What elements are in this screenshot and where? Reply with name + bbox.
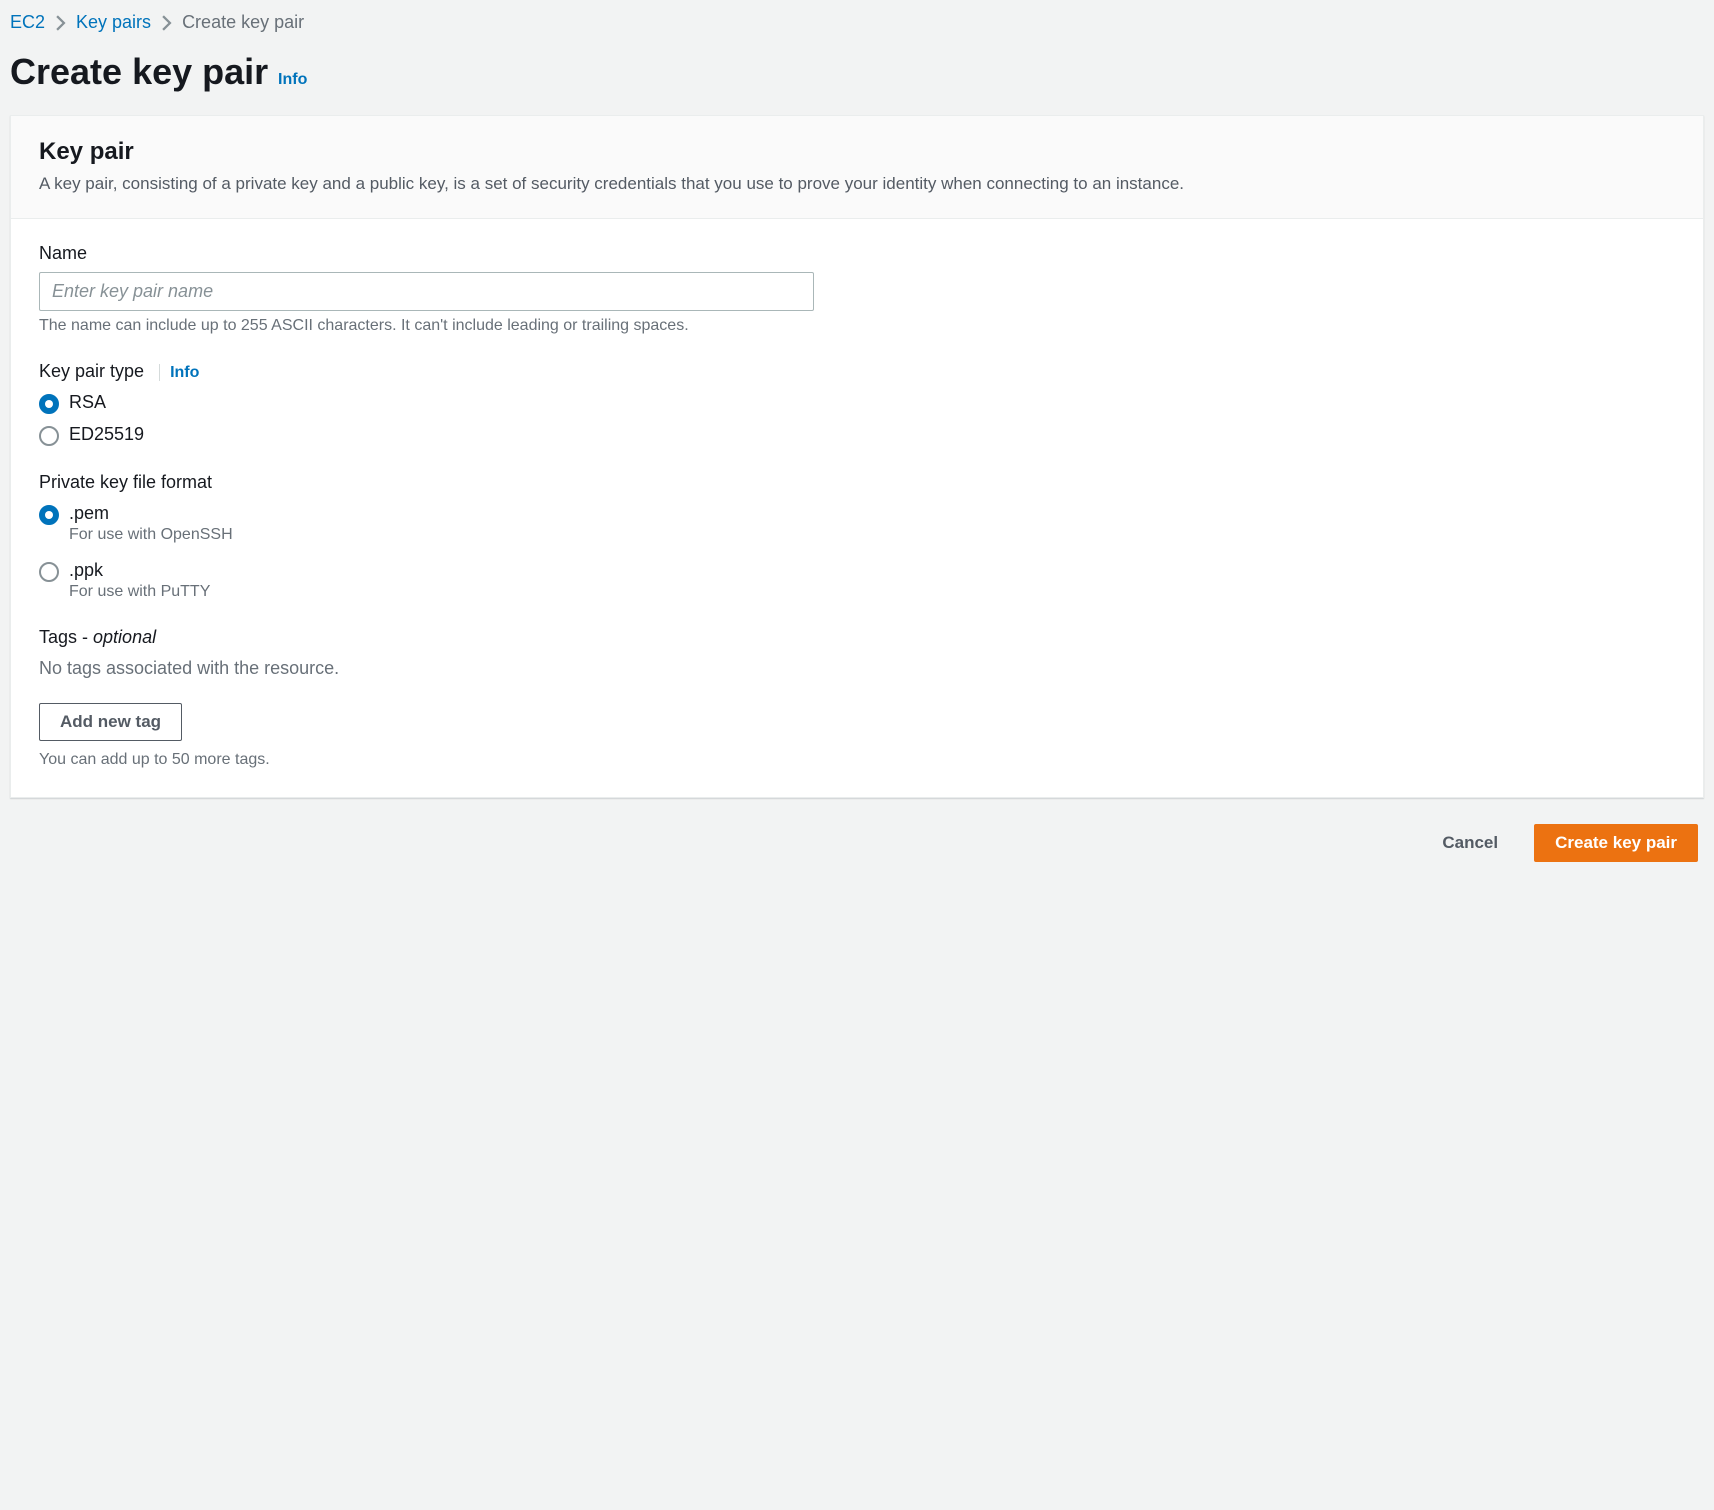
file-format-group: Private key file format .pem For use wit… bbox=[39, 472, 1675, 601]
add-tag-button[interactable]: Add new tag bbox=[39, 703, 182, 741]
chevron-right-icon bbox=[55, 15, 66, 31]
tags-label: Tags - bbox=[39, 627, 93, 647]
create-key-pair-button[interactable]: Create key pair bbox=[1534, 824, 1698, 862]
tags-group: Tags - optional No tags associated with … bbox=[39, 627, 1675, 769]
breadcrumb-link-key-pairs[interactable]: Key pairs bbox=[76, 12, 151, 33]
radio-sublabel: For use with PuTTY bbox=[69, 583, 210, 601]
panel-title: Key pair bbox=[39, 138, 1675, 166]
name-label: Name bbox=[39, 243, 1675, 264]
keypair-type-group: Key pair type Info RSA ED25519 bbox=[39, 361, 1675, 446]
tags-limit-text: You can add up to 50 more tags. bbox=[39, 751, 1675, 769]
page-title: Create key pair bbox=[10, 51, 268, 93]
radio-label: ED25519 bbox=[69, 424, 144, 445]
file-format-label: Private key file format bbox=[39, 472, 212, 492]
chevron-right-icon bbox=[161, 15, 172, 31]
keypair-type-info-link[interactable]: Info bbox=[159, 364, 199, 381]
tags-optional: optional bbox=[93, 627, 156, 647]
radio-pem[interactable]: .pem For use with OpenSSH bbox=[39, 503, 1675, 544]
breadcrumb: EC2 Key pairs Create key pair bbox=[10, 12, 1704, 33]
radio-sublabel: For use with OpenSSH bbox=[69, 526, 233, 544]
radio-ppk[interactable]: .ppk For use with PuTTY bbox=[39, 560, 1675, 601]
radio-icon bbox=[39, 505, 59, 525]
info-link[interactable]: Info bbox=[278, 71, 307, 88]
keypair-type-label: Key pair type bbox=[39, 361, 144, 381]
breadcrumb-link-ec2[interactable]: EC2 bbox=[10, 12, 45, 33]
cancel-button[interactable]: Cancel bbox=[1422, 825, 1518, 861]
name-field-group: Name The name can include up to 255 ASCI… bbox=[39, 243, 1675, 335]
radio-ed25519[interactable]: ED25519 bbox=[39, 424, 1675, 446]
radio-icon bbox=[39, 426, 59, 446]
radio-rsa[interactable]: RSA bbox=[39, 392, 1675, 414]
panel-header: Key pair A key pair, consisting of a pri… bbox=[11, 116, 1703, 219]
key-pair-panel: Key pair A key pair, consisting of a pri… bbox=[10, 115, 1704, 798]
radio-label: RSA bbox=[69, 392, 106, 413]
radio-icon bbox=[39, 394, 59, 414]
panel-description: A key pair, consisting of a private key … bbox=[39, 172, 1675, 196]
radio-icon bbox=[39, 562, 59, 582]
radio-label: .pem bbox=[69, 503, 233, 524]
breadcrumb-current: Create key pair bbox=[182, 12, 304, 33]
footer-actions: Cancel Create key pair bbox=[10, 824, 1704, 862]
radio-label: .ppk bbox=[69, 560, 210, 581]
tags-empty-text: No tags associated with the resource. bbox=[39, 658, 1675, 679]
name-input[interactable] bbox=[39, 272, 814, 311]
name-helper: The name can include up to 255 ASCII cha… bbox=[39, 317, 1675, 335]
